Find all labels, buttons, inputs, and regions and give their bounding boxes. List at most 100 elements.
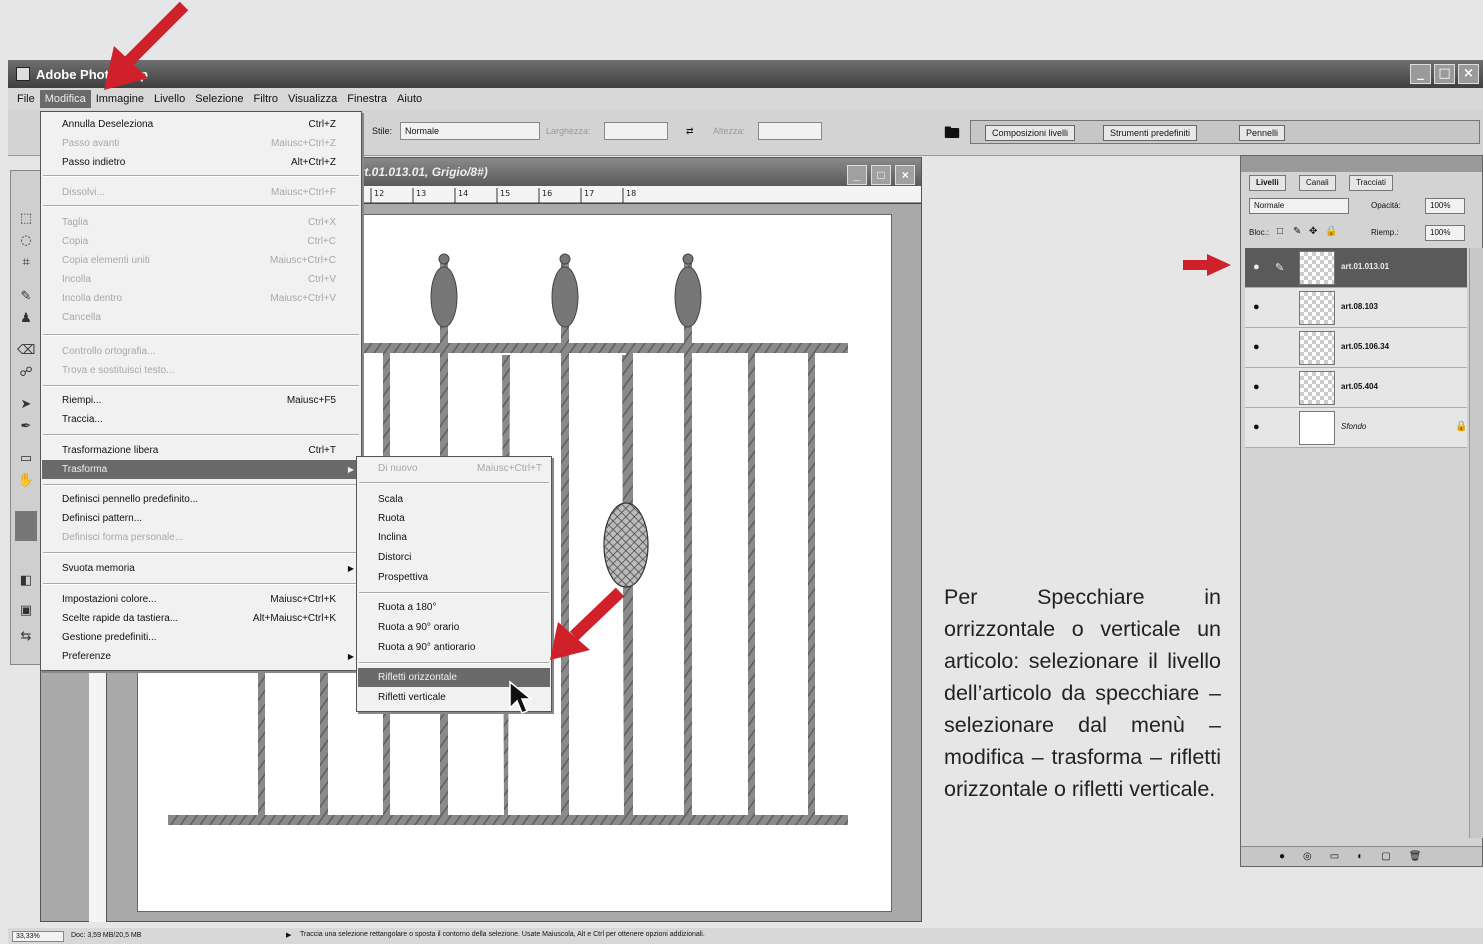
menu-item-impostazioni-colore[interactable]: Impostazioni colore... Maiusc+Ctrl+K bbox=[42, 590, 360, 609]
menu-item-di-nuovo[interactable]: Di nuovo Maiusc+Ctrl+T bbox=[358, 459, 550, 478]
tab-composizioni-livelli[interactable]: Composizioni livelli bbox=[985, 125, 1076, 141]
menu-filtro[interactable]: Filtro bbox=[249, 90, 283, 108]
lock-all-icon[interactable]: 🔒 bbox=[1325, 226, 1337, 237]
menu-item-copia[interactable]: Copia Ctrl+C bbox=[42, 232, 360, 251]
maximize-button[interactable]: □ bbox=[1434, 64, 1455, 84]
style-select[interactable]: Normale bbox=[400, 122, 540, 140]
path-select-tool-icon[interactable]: ➤ bbox=[17, 397, 35, 413]
lock-paint-icon[interactable]: ✎ bbox=[1293, 226, 1301, 237]
status-arrow-icon[interactable]: ▶ bbox=[286, 931, 291, 939]
hand-tool-icon[interactable]: ✋ bbox=[17, 473, 35, 489]
menu-item-incolla-dentro[interactable]: Incolla dentro Maiusc+Ctrl+V bbox=[42, 289, 360, 308]
menu-modifica[interactable]: Modifica bbox=[39, 90, 91, 108]
menu-finestra[interactable]: Finestra bbox=[342, 90, 392, 108]
smudge-tool-icon[interactable]: ☍ bbox=[17, 365, 35, 381]
menu-item-ruota-180[interactable]: Ruota a 180° bbox=[358, 598, 550, 617]
menu-item-ruota-90-orario[interactable]: Ruota a 90° orario bbox=[358, 618, 550, 637]
quickmask-icon[interactable]: ◧ bbox=[17, 573, 35, 589]
menu-item-scelte-rapide[interactable]: Scelte rapide da tastiera... Alt+Maiusc+C… bbox=[42, 609, 360, 628]
tab-strumenti-predefiniti[interactable]: Strumenti predefiniti bbox=[1103, 125, 1198, 141]
layers-footer-buttons[interactable]: ●◎▭◐▢🗑 bbox=[1241, 846, 1482, 866]
minimize-button[interactable]: _ bbox=[1410, 64, 1431, 84]
menu-item-annulla[interactable]: Annulla Deseleziona Ctrl+Z bbox=[42, 115, 360, 134]
eye-icon[interactable]: ● bbox=[1253, 381, 1260, 393]
layer-row[interactable]: ● art.08.103 bbox=[1245, 288, 1467, 328]
layer-row[interactable]: ● ✎ art.01.013.01 bbox=[1245, 248, 1467, 288]
menu-item-traccia[interactable]: Traccia... bbox=[42, 410, 360, 429]
blend-mode-select[interactable]: Normale bbox=[1249, 198, 1349, 214]
menu-item-distorci[interactable]: Distorci bbox=[358, 548, 550, 567]
crop-tool-icon[interactable]: ⌗ bbox=[17, 255, 35, 271]
menu-item-svuota-memoria[interactable]: Svuota memoria ▶ bbox=[42, 559, 360, 578]
menu-item-ruota[interactable]: Ruota bbox=[358, 509, 550, 528]
menu-item-passo-avanti[interactable]: Passo avanti Maiusc+Ctrl+Z bbox=[42, 134, 360, 153]
menu-item-trasformazione-libera[interactable]: Trasformazione libera Ctrl+T bbox=[42, 441, 360, 460]
menu-item-controllo-ortografia[interactable]: Controllo ortografia... bbox=[42, 342, 360, 361]
menu-bar: File Modifica Immagine Livello Selezione… bbox=[8, 88, 1483, 110]
close-button[interactable]: × bbox=[1458, 64, 1479, 84]
eye-icon[interactable]: ● bbox=[1253, 341, 1260, 353]
mouse-pointer-icon bbox=[509, 680, 532, 714]
layer-row[interactable]: ● art.05.404 bbox=[1245, 368, 1467, 408]
menu-item-gestione-predefiniti[interactable]: Gestione predefiniti... bbox=[42, 628, 360, 647]
menu-item-cancella[interactable]: Cancella bbox=[42, 308, 360, 327]
menu-item-trova-sostituisci[interactable]: Trova e sostituisci testo... bbox=[42, 361, 360, 380]
tab-pennelli[interactable]: Pennelli bbox=[1239, 125, 1286, 141]
lasso-tool-icon[interactable]: ◌ bbox=[17, 233, 35, 249]
menu-item-dissolvi[interactable]: Dissolvi... Maiusc+Ctrl+F bbox=[42, 183, 360, 202]
zoom-field[interactable]: 33,33% bbox=[12, 931, 64, 942]
doc-maximize-button[interactable]: □ bbox=[871, 165, 891, 185]
eye-icon[interactable]: ● bbox=[1253, 421, 1260, 433]
eraser-tool-icon[interactable]: ⌫ bbox=[17, 343, 35, 359]
menu-item-definisci-pennello[interactable]: Definisci pennello predefinito... bbox=[42, 490, 360, 509]
doc-minimize-button[interactable]: _ bbox=[847, 165, 867, 185]
document-title: art.01.013.01, Grigio/8#) bbox=[353, 165, 488, 179]
menu-separator bbox=[43, 484, 359, 486]
height-field[interactable] bbox=[758, 122, 822, 140]
layer-row[interactable]: ● art.05.106.34 bbox=[1245, 328, 1467, 368]
status-bar: 33,33% Doc: 3,59 MB/20,5 MB ▶ Traccia un… bbox=[8, 928, 1483, 944]
notes-tool-icon[interactable]: ▭ bbox=[17, 451, 35, 467]
imageready-icon[interactable]: ⇆ bbox=[17, 629, 35, 645]
eye-icon[interactable]: ● bbox=[1253, 261, 1260, 273]
menu-item-copia-uniti[interactable]: Copia elementi uniti Maiusc+Ctrl+C bbox=[42, 251, 360, 270]
menu-item-riempi[interactable]: Riempi... Maiusc+F5 bbox=[42, 391, 360, 410]
width-field[interactable] bbox=[604, 122, 668, 140]
swap-icon[interactable]: ⇄ bbox=[686, 126, 694, 137]
menu-item-preferenze[interactable]: Preferenze ▶ bbox=[42, 647, 360, 666]
menu-item-inclina[interactable]: Inclina bbox=[358, 528, 550, 547]
brush-link-icon[interactable]: ✎ bbox=[1275, 261, 1284, 274]
menu-item-trasforma[interactable]: Trasforma ▶ bbox=[42, 460, 360, 479]
foreground-color-swatch[interactable] bbox=[15, 511, 37, 541]
menu-aiuto[interactable]: Aiuto bbox=[392, 90, 427, 108]
menu-item-prospettiva[interactable]: Prospettiva bbox=[358, 568, 550, 587]
fill-field[interactable]: 100% bbox=[1425, 225, 1465, 241]
doc-close-button[interactable]: × bbox=[895, 165, 915, 185]
tab-livelli[interactable]: Livelli bbox=[1249, 175, 1286, 191]
menu-item-scala[interactable]: Scala bbox=[358, 490, 550, 509]
menu-item-ruota-90-antiorario[interactable]: Ruota a 90° antiorario bbox=[358, 638, 550, 657]
marquee-tool-icon[interactable]: ⬚ bbox=[17, 211, 35, 227]
brush-tool-icon[interactable]: ✎ bbox=[17, 289, 35, 305]
menu-item-passo-indietro[interactable]: Passo indietro Alt+Ctrl+Z bbox=[42, 153, 360, 172]
screen-mode-icon[interactable]: ▣ bbox=[17, 603, 35, 619]
menu-item-incolla[interactable]: Incolla Ctrl+V bbox=[42, 270, 360, 289]
layers-scrollbar[interactable] bbox=[1469, 248, 1483, 838]
tab-canali[interactable]: Canali bbox=[1299, 175, 1336, 191]
lock-transparency-icon[interactable]: □ bbox=[1277, 226, 1283, 237]
tab-tracciati[interactable]: Tracciati bbox=[1349, 175, 1393, 191]
stamp-tool-icon[interactable]: ♟ bbox=[17, 311, 35, 327]
menu-item-definisci-forma[interactable]: Definisci forma personale... bbox=[42, 528, 360, 547]
layer-row[interactable]: ● Sfondo 🔒 bbox=[1245, 408, 1467, 448]
menu-item-taglia[interactable]: Taglia Ctrl+X bbox=[42, 213, 360, 232]
layer-thumbnail bbox=[1299, 411, 1335, 445]
menu-item-definisci-pattern[interactable]: Definisci pattern... bbox=[42, 509, 360, 528]
menu-visualizza[interactable]: Visualizza bbox=[283, 90, 342, 108]
menu-file[interactable]: File bbox=[12, 90, 40, 108]
lock-move-icon[interactable]: ✥ bbox=[1309, 226, 1317, 237]
menu-selezione[interactable]: Selezione bbox=[190, 90, 248, 108]
eye-icon[interactable]: ● bbox=[1253, 301, 1260, 313]
file-browser-icon[interactable]: 🖿 bbox=[944, 122, 960, 149]
pen-tool-icon[interactable]: ✒ bbox=[17, 419, 35, 435]
opacity-field[interactable]: 100% bbox=[1425, 198, 1465, 214]
